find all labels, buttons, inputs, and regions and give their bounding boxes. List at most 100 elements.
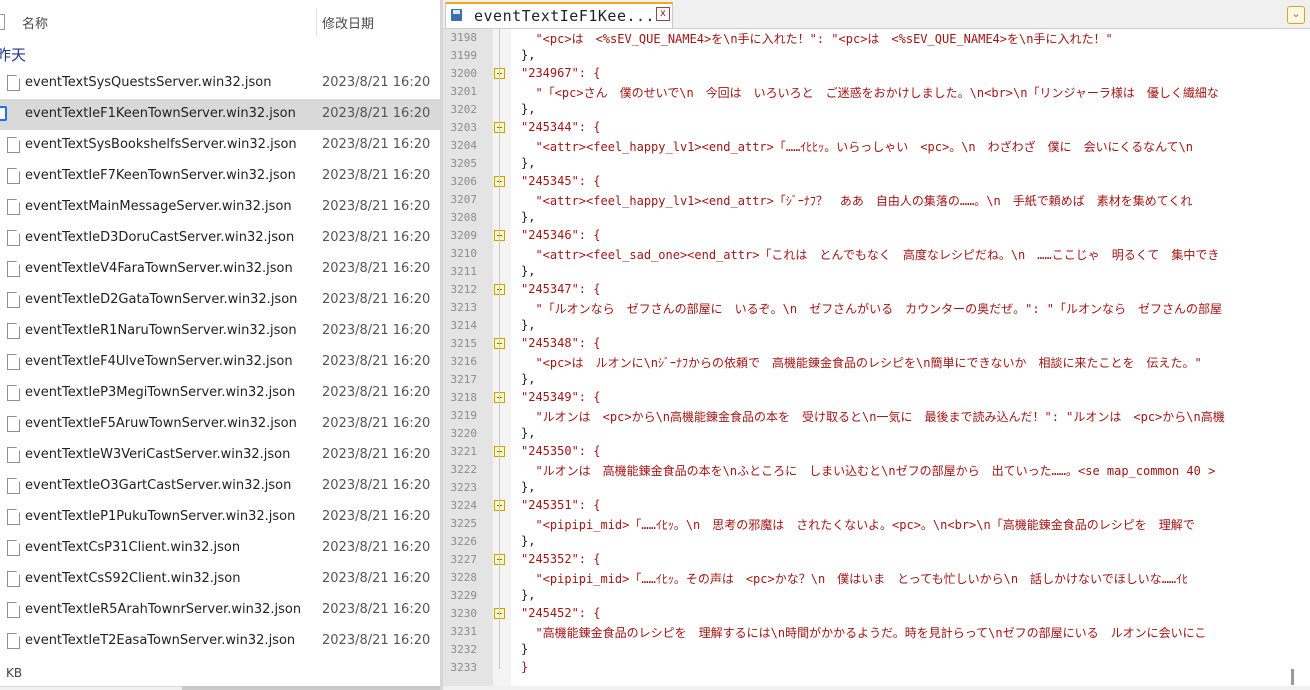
file-row[interactable]: eventTextSysBookshelfsServer.win32.json 2… <box>0 130 440 161</box>
line-number: 3233 <box>450 661 478 674</box>
code-text: "高機能錬金食品のレシピを 理解するには\n時間がかかるようだ。時を見計らって\… <box>521 626 1207 640</box>
code-line: 3224 "245351": { <box>443 497 1310 515</box>
code-area[interactable]: 3198 "<pc>は <%sEV_QUE_NAME4>を\n手に入れた！": … <box>443 29 1310 690</box>
code-line: 3228 "<pipipi_mid>「……ｲﾋｯ。その声は <pc>かな？\n … <box>443 569 1310 587</box>
select-all-checkbox[interactable] <box>0 14 5 30</box>
code-line: 3209 "245346": { <box>443 227 1310 245</box>
line-number: 3200 <box>450 67 478 80</box>
file-name: eventTextIeT2EasaTownServer.win32.json <box>25 633 296 648</box>
file-row[interactable]: eventTextMainMessageServer.win32.json 202… <box>0 192 440 223</box>
file-icon <box>7 137 20 153</box>
code-text: "234967": { <box>521 66 601 80</box>
file-icon <box>7 385 20 401</box>
code-line: 3204 "<attr><feel_happy_lv1><end_attr>「…… <box>443 137 1310 155</box>
line-number: 3205 <box>450 157 478 170</box>
file-name: eventTextIeO3GartCastServer.win32.json <box>25 478 292 493</box>
code-line: 3199}, <box>443 47 1310 65</box>
file-date: 2023/8/21 16:20 <box>322 199 431 214</box>
file-icon <box>7 447 20 463</box>
file-icon <box>7 633 20 649</box>
file-row[interactable]: eventTextIeD3DoruCastServer.win32.json 20… <box>0 223 440 254</box>
file-date: 2023/8/21 16:20 <box>322 323 431 338</box>
code-text: "「ルオンなら ゼフさんの部屋に いるぞ。\n ゼフさんがいる カウンターの奥だ… <box>521 302 1223 316</box>
file-name: eventTextIeW3VeriCastServer.win32.json <box>25 447 291 462</box>
editor-horizontal-scrollbar[interactable] <box>443 686 1310 690</box>
close-tab-icon[interactable]: x <box>656 7 670 21</box>
fold-guide <box>499 29 500 669</box>
line-number: 3209 <box>450 229 478 242</box>
code-text: "<pipipi_mid>「……ｲﾋｯ。その声は <pc>かな？\n 僕はいま … <box>521 572 1189 586</box>
code-text: }, <box>521 480 536 494</box>
tab-title: eventTextIeF1Kee... <box>474 7 656 25</box>
file-icon <box>7 261 20 277</box>
file-row[interactable]: eventTextIeR1NaruTownServer.win32.json 20… <box>0 316 440 347</box>
code-text: "245347": { <box>521 282 601 296</box>
code-text: "245346": { <box>521 228 601 242</box>
line-number: 3231 <box>450 625 478 638</box>
file-date: 2023/8/21 16:20 <box>322 137 431 152</box>
code-line: 3210 "<attr><feel_sad_one><end_attr>「これは… <box>443 245 1310 263</box>
file-icon <box>7 75 20 91</box>
file-row[interactable]: eventTextIeO3GartCastServer.win32.json 20… <box>0 471 440 502</box>
file-icon <box>7 540 20 556</box>
code-line: 3212 "245347": { <box>443 281 1310 299</box>
code-line: 3211}, <box>443 263 1310 281</box>
horizontal-scrollbar-thumb[interactable] <box>182 686 440 690</box>
file-row[interactable]: eventTextCsP31Client.win32.json 2023/8/21… <box>0 533 440 564</box>
code-line: 3229}, <box>443 587 1310 605</box>
date-column-header[interactable]: 修改日期 <box>322 13 374 32</box>
file-row[interactable]: eventTextIeP1PukuTownServer.win32.json 20… <box>0 502 440 533</box>
file-row[interactable]: eventTextIeT2EasaTownServer.win32.json 20… <box>0 626 440 657</box>
code-line: 3227 "245352": { <box>443 551 1310 569</box>
code-line: 3232} <box>443 641 1310 659</box>
file-row[interactable]: eventTextIeF4UlveTownServer.win32.json 20… <box>0 347 440 378</box>
code-text: }, <box>521 534 536 548</box>
code-line: 3200 "234967": { <box>443 65 1310 83</box>
file-date: 2023/8/21 16:20 <box>322 230 431 245</box>
line-number: 3213 <box>450 301 478 314</box>
line-number: 3204 <box>450 139 478 152</box>
code-text: "「<pc>さん 僕のせいで\n 今回は いろいろと ご迷惑をおかけしました。\… <box>521 86 1219 100</box>
file-row[interactable]: eventTextCsS92Client.win32.json 2023/8/21… <box>0 564 440 595</box>
name-column-header[interactable]: 名称 <box>22 13 48 32</box>
file-icon <box>7 323 20 339</box>
line-number: 3220 <box>450 427 478 440</box>
file-name: eventTextIeD3DoruCastServer.win32.json <box>25 230 295 245</box>
file-name: eventTextIeF1KeenTownServer.win32.json <box>25 106 296 121</box>
checkbox-icon[interactable] <box>0 106 7 121</box>
file-row[interactable]: eventTextIeW3VeriCastServer.win32.json 20… <box>0 440 440 471</box>
line-number: 3198 <box>450 31 478 44</box>
file-row[interactable]: eventTextIeP3MegiTownServer.win32.json 20… <box>0 378 440 409</box>
file-icon <box>7 571 20 587</box>
vertical-scrollbar-thumb[interactable] <box>1291 669 1294 685</box>
file-row[interactable]: eventTextSysQuestsServer.win32.json 2023/… <box>0 68 440 99</box>
code-text: "ルオンは <pc>から\n高機能錬金食品の本を 受け取ると\n一気に 最後まで… <box>521 410 1225 424</box>
code-text: "<attr><feel_happy_lv1><end_attr>「……ｲﾋﾋｯ… <box>521 140 1194 154</box>
code-line: 3206 "245345": { <box>443 173 1310 191</box>
file-row[interactable]: eventTextIeV4FaraTownServer.win32.json 20… <box>0 254 440 285</box>
file-row[interactable]: eventTextIeR5ArahTownrServer.win32.json 2… <box>0 595 440 626</box>
file-row[interactable]: eventTextIeF5AruwTownServer.win32.json 20… <box>0 409 440 440</box>
line-number: 3219 <box>450 409 478 422</box>
code-line: 3233} <box>443 659 1310 677</box>
file-icon <box>7 509 20 525</box>
tab-list-chevron-down-icon[interactable]: ⌄ <box>1287 6 1305 24</box>
code-text: "245345": { <box>521 174 601 188</box>
file-date: 2023/8/21 16:20 <box>322 447 431 462</box>
file-icon <box>7 199 20 215</box>
code-line: 3201 "「<pc>さん 僕のせいで\n 今回は いろいろと ご迷惑をおかけし… <box>443 83 1310 101</box>
file-tab[interactable]: eventTextIeF1Kee... x <box>445 2 673 28</box>
line-number: 3206 <box>450 175 478 188</box>
file-row[interactable]: eventTextIeF1KeenTownServer.win32.json 20… <box>0 99 440 130</box>
code-line: 3205}, <box>443 155 1310 173</box>
code-text: }, <box>521 210 536 224</box>
file-icon <box>7 168 20 184</box>
column-divider[interactable] <box>316 8 317 36</box>
file-icon <box>7 230 20 246</box>
file-row[interactable]: eventTextIeF7KeenTownServer.win32.json 20… <box>0 161 440 192</box>
file-date: 2023/8/21 16:20 <box>322 540 431 555</box>
file-row[interactable]: eventTextIeD2GataTownServer.win32.json 20… <box>0 285 440 316</box>
group-header-yesterday[interactable]: 昨天 <box>0 44 26 65</box>
file-name: eventTextIeR1NaruTownServer.win32.json <box>25 323 297 338</box>
file-name: eventTextSysQuestsServer.win32.json <box>25 75 272 90</box>
